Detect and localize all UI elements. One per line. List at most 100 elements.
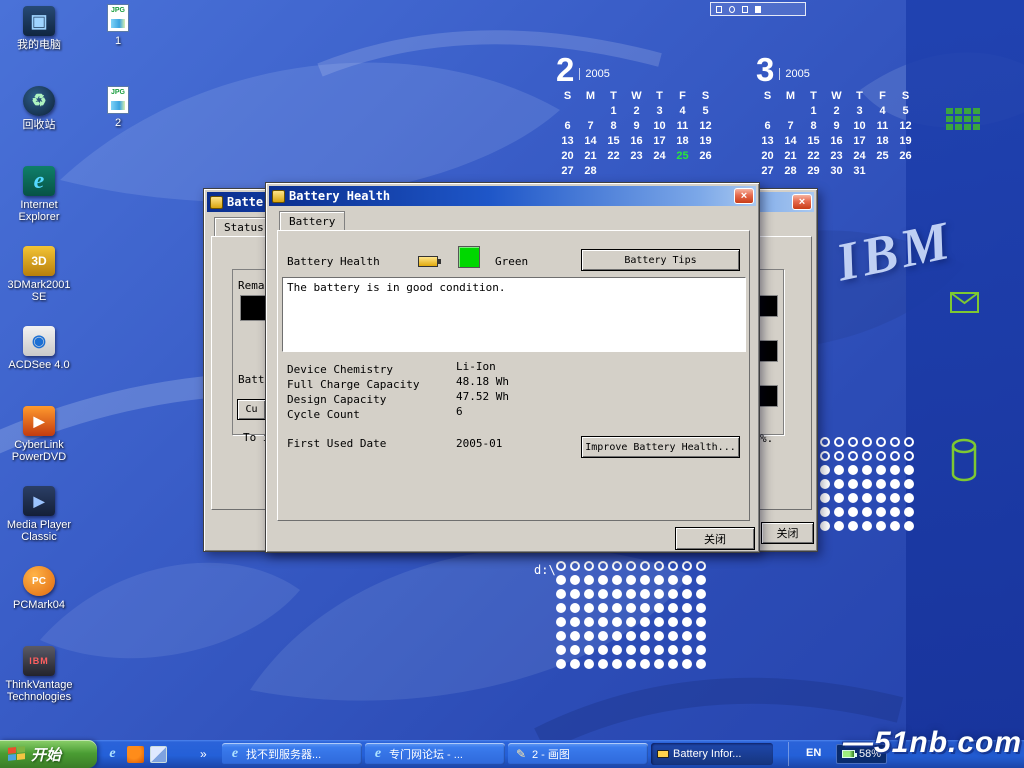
calendar-day: 2 xyxy=(825,105,848,120)
calendar-month-number: 3 xyxy=(756,55,774,85)
file-icon-jpg-1[interactable]: JPG1 xyxy=(100,4,136,47)
calendar-day: 26 xyxy=(894,150,917,165)
calendar-day: 10 xyxy=(848,120,871,135)
improve-battery-health-button[interactable]: Improve Battery Health... xyxy=(581,436,740,458)
taskbar-task[interactable]: Battery Infor... xyxy=(651,743,773,765)
calendar-day: 25 xyxy=(671,150,694,165)
dot xyxy=(890,451,900,461)
calendar-day: 15 xyxy=(802,135,825,150)
calendar-day: 13 xyxy=(556,135,579,150)
dot xyxy=(668,561,678,571)
calendar-header: 22005 xyxy=(556,55,717,85)
dot xyxy=(682,617,692,627)
dot xyxy=(654,603,664,613)
battery-gauge-fragment xyxy=(240,295,267,321)
dot xyxy=(612,631,622,641)
percent-label: %. xyxy=(760,432,773,445)
calendar-day: 31 xyxy=(848,165,871,180)
dot xyxy=(904,493,914,503)
dot xyxy=(668,589,678,599)
taskbar-task[interactable]: 专门网论坛 - ... xyxy=(365,743,505,765)
calendar-day: 13 xyxy=(756,135,779,150)
calendar-day: 30 xyxy=(825,165,848,180)
taskbar-task[interactable]: 2 - 画图 xyxy=(508,743,648,765)
dot xyxy=(668,631,678,641)
dot xyxy=(890,465,900,475)
file-icon-jpg-2[interactable]: JPG2 xyxy=(100,86,136,129)
dot xyxy=(598,575,608,585)
calendar-day: 2 xyxy=(625,105,648,120)
calendar-day: 9 xyxy=(825,120,848,135)
dot xyxy=(904,437,914,447)
calendar-day: 16 xyxy=(825,135,848,150)
battery-health-titlebar[interactable]: Battery Health xyxy=(269,186,756,206)
calendar-day: 3 xyxy=(648,105,671,120)
calendar-day: 4 xyxy=(671,105,694,120)
calendar-day: 28 xyxy=(579,165,602,180)
close-button[interactable]: 关闭 xyxy=(675,527,755,550)
calendar-day: 3 xyxy=(848,105,871,120)
dot xyxy=(834,507,844,517)
desktop: 22005SMTWTFS1234567891011121314151617181… xyxy=(0,0,1024,768)
dot xyxy=(876,451,886,461)
dialog-title: Battery Health xyxy=(289,189,753,203)
dot xyxy=(556,645,566,655)
calendar-weekday: T xyxy=(848,90,871,105)
dot xyxy=(696,561,706,571)
dot xyxy=(612,659,622,669)
battery-info-fields: Device ChemistryLi-IonFull Charge Capaci… xyxy=(287,360,742,422)
close-icon[interactable] xyxy=(734,188,754,204)
calendar-day: 25 xyxy=(871,150,894,165)
dot xyxy=(668,575,678,585)
dot xyxy=(862,465,872,475)
dot xyxy=(640,659,650,669)
battery-field-row: Full Charge Capacity48.18 Wh xyxy=(287,375,742,390)
dot xyxy=(668,617,678,627)
close-icon[interactable] xyxy=(792,194,812,210)
dot xyxy=(654,617,664,627)
dot xyxy=(654,575,664,585)
dot xyxy=(654,659,664,669)
dot xyxy=(848,479,858,489)
jpg-file-icon: JPG xyxy=(107,86,129,114)
calendar-weekday: F xyxy=(871,90,894,105)
cu-button[interactable]: Cu xyxy=(237,399,266,420)
language-indicator[interactable]: EN xyxy=(806,747,821,759)
jpg-file-icon: JPG xyxy=(107,4,129,32)
dot xyxy=(862,507,872,517)
calendar-day xyxy=(779,105,802,120)
calendar-day xyxy=(579,105,602,120)
calendar-day xyxy=(694,165,717,180)
calendar-weekday: S xyxy=(556,90,579,105)
first-used-label: First Used Date xyxy=(287,437,386,450)
calendar-day: 15 xyxy=(602,135,625,150)
close-button[interactable]: 关闭 xyxy=(761,522,814,544)
calendar-weekday: T xyxy=(602,90,625,105)
dot xyxy=(584,617,594,627)
calendar-day: 17 xyxy=(848,135,871,150)
battery-field-row: Cycle Count6 xyxy=(287,405,742,420)
dot xyxy=(640,631,650,641)
taskbar-task[interactable]: 找不到服务器... xyxy=(222,743,362,765)
calendar-day: 5 xyxy=(894,105,917,120)
calendar-grid: SMTWTFS123456789101112131415161718192021… xyxy=(556,90,717,180)
calendar-day: 21 xyxy=(779,150,802,165)
dot xyxy=(820,507,830,517)
dot xyxy=(612,575,622,585)
calendar-day: 14 xyxy=(779,135,802,150)
tab-battery[interactable]: Battery xyxy=(279,211,345,230)
calendar-weekday: F xyxy=(671,90,694,105)
dot xyxy=(584,603,594,613)
battery-tips-button[interactable]: Battery Tips xyxy=(581,249,740,271)
dot xyxy=(584,589,594,599)
field-label: Cycle Count xyxy=(287,408,360,421)
dot xyxy=(890,479,900,489)
battery-icon xyxy=(657,750,669,758)
calendar-day: 16 xyxy=(625,135,648,150)
dot xyxy=(862,521,872,531)
dot xyxy=(682,659,692,669)
dot xyxy=(640,589,650,599)
calendar-day xyxy=(648,165,671,180)
dot xyxy=(612,589,622,599)
calendar-day: 17 xyxy=(648,135,671,150)
